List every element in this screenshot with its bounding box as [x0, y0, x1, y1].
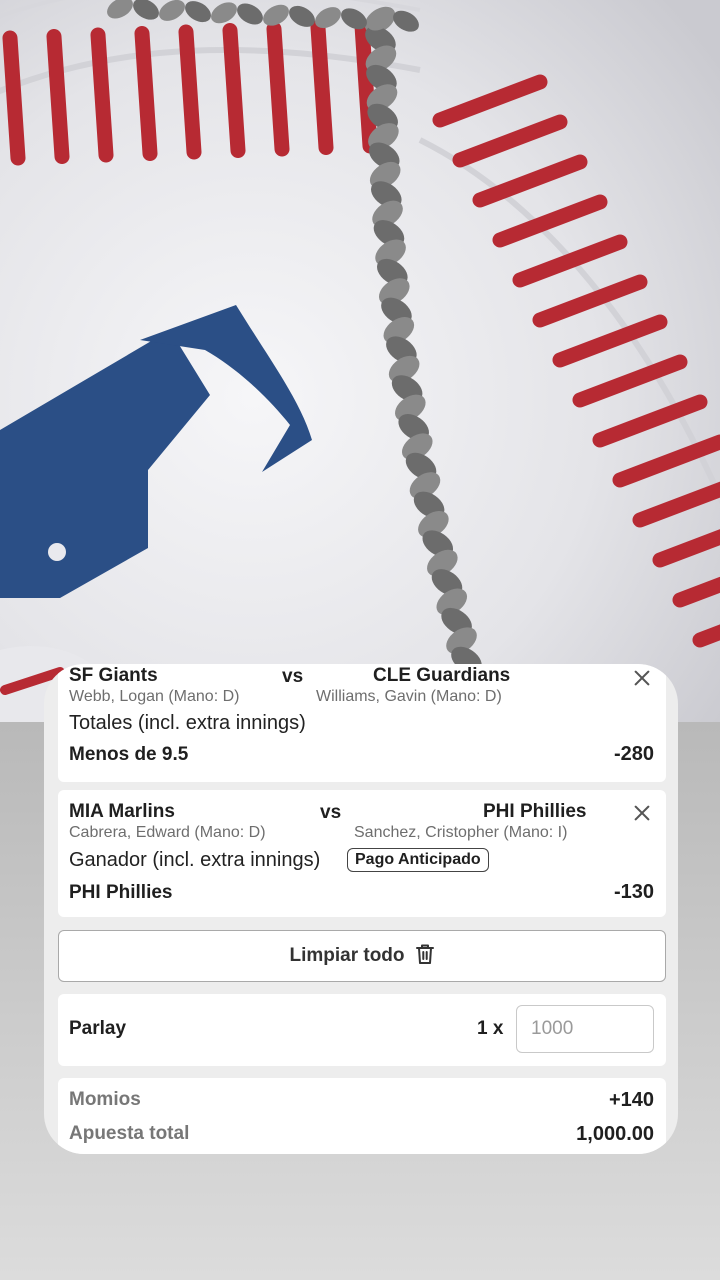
bet-card: SF Giants vs CLE Guardians Webb, Logan (… [58, 664, 666, 782]
bet-odds: -280 [613, 743, 654, 765]
away-team-name: PHI Phillies [483, 801, 587, 822]
early-payout-badge: Pago Anticipado [347, 848, 489, 872]
seam-stitch [90, 27, 114, 163]
trash-icon [415, 943, 435, 970]
seam-stitch [134, 26, 158, 161]
bet-odds: -130 [613, 881, 654, 903]
home-team-name: SF Giants [69, 665, 158, 686]
seam-stitch [2, 30, 26, 166]
parlay-multiplier: 1 x [477, 1018, 504, 1039]
clear-all-button[interactable]: Limpiar todo [58, 930, 666, 982]
home-pitcher: Cabrera, Edward (Mano: D) [69, 824, 266, 841]
home-pitcher: Webb, Logan (Mano: D) [69, 688, 240, 705]
away-pitcher: Sanchez, Cristopher (Mano: I) [354, 824, 568, 841]
seam-stitch [310, 20, 334, 155]
total-stake-label: Apuesta total [69, 1123, 190, 1144]
vs-label: vs [282, 666, 304, 687]
away-team-name: CLE Guardians [373, 665, 511, 686]
vs-label: vs [320, 802, 342, 823]
seam-stitch [354, 18, 378, 154]
odds-label: Momios [69, 1089, 141, 1110]
remove-bet-button[interactable] [632, 803, 652, 823]
seam-stitch [46, 29, 70, 164]
bet-slip-panel: SF Giants vs CLE Guardians Webb, Logan (… [44, 664, 678, 1154]
seam-stitch [222, 23, 246, 158]
bet-selection: PHI Phillies [69, 882, 173, 903]
bet-market: Totales (incl. extra innings) [69, 712, 306, 734]
stake-input[interactable] [516, 1005, 654, 1053]
remove-bet-button[interactable] [632, 668, 652, 688]
clear-all-label: Limpiar todo [289, 945, 405, 966]
parlay-card: Parlay 1 x [58, 994, 666, 1066]
total-stake: 1,000.00 [576, 1123, 654, 1145]
bet-market: Ganador (incl. extra innings) [69, 849, 321, 871]
home-team-name: MIA Marlins [69, 801, 175, 822]
seam-stitch [178, 24, 202, 160]
seam-stitch [266, 21, 290, 157]
bet-selection: Menos de 9.5 [69, 744, 189, 765]
away-pitcher: Williams, Gavin (Mano: D) [316, 688, 502, 705]
baseball-illustration [0, 0, 720, 722]
bet-card: MIA Marlins vs PHI Phillies Cabrera, Edw… [58, 790, 666, 917]
baseball-photo [0, 0, 720, 722]
summary-card: Momios +140 Apuesta total 1,000.00 [58, 1078, 666, 1154]
total-odds: +140 [608, 1089, 654, 1111]
parlay-label: Parlay [69, 1018, 127, 1039]
